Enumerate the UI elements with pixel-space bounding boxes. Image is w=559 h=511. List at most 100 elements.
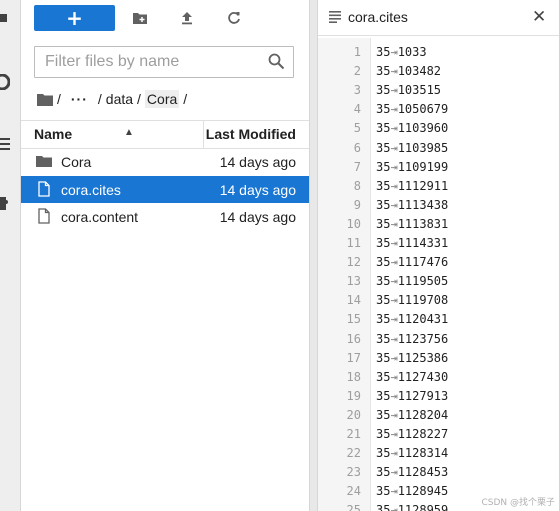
code-line: 35⇥103482 xyxy=(376,64,441,78)
running-sessions-icon[interactable] xyxy=(0,73,11,94)
cited-paper-id: 1123756 xyxy=(397,331,449,346)
text-editor: cora.cites ✕ 1 35⇥1033 2 35⇥103482 3 35⇥10351… xyxy=(318,0,559,511)
folder-tab-icon[interactable] xyxy=(0,9,10,28)
line-number: 20 xyxy=(346,407,361,422)
code-line: 35⇥1123756 xyxy=(376,332,448,346)
citing-paper-id: 35 xyxy=(376,159,391,174)
upload-button[interactable] xyxy=(176,5,198,31)
upload-icon xyxy=(182,12,192,25)
code-lines[interactable]: 1 35⇥1033 2 35⇥103482 3 35⇥103515 4 35⇥1050679 5… xyxy=(318,38,559,511)
line-number: 4 xyxy=(353,102,361,117)
breadcrumb-separator: / xyxy=(183,91,188,107)
file-browser: + / xyxy=(21,0,309,511)
citing-paper-id: 35 xyxy=(376,427,391,441)
code-line: 35⇥1117476 xyxy=(376,255,448,269)
cited-paper-id: 1125386 xyxy=(397,350,449,365)
breadcrumb-separator: / xyxy=(137,91,141,107)
tab-character-icon: ⇥ xyxy=(390,465,398,480)
code-line: 35⇥1113438 xyxy=(376,198,448,212)
extension-manager-icon[interactable] xyxy=(0,194,10,216)
breadcrumb-current[interactable]: Cora xyxy=(144,90,180,108)
code-line: 35⇥1128314 xyxy=(376,446,448,460)
breadcrumb-data[interactable]: data xyxy=(106,91,133,107)
tab-title: cora.cites xyxy=(348,9,408,25)
close-icon[interactable]: ✕ xyxy=(532,7,546,27)
line-number: 19 xyxy=(346,388,361,403)
home-folder-icon[interactable] xyxy=(37,93,53,106)
editor-tab[interactable]: cora.cites ✕ xyxy=(318,0,559,36)
citing-paper-id: 35 xyxy=(376,255,391,270)
file-name: cora.content xyxy=(61,209,139,225)
citing-paper-id: 35 xyxy=(376,274,391,289)
new-folder-button[interactable] xyxy=(129,5,151,31)
cited-paper-id: 1128314 xyxy=(397,446,449,461)
new-launcher-button[interactable]: + xyxy=(34,5,115,31)
cited-paper-id: 1103960 xyxy=(397,121,449,136)
cited-paper-id: 1127430 xyxy=(397,369,449,384)
text-file-icon xyxy=(329,11,341,23)
line-number: 15 xyxy=(346,312,361,327)
tab-character-icon: ⇥ xyxy=(390,236,398,250)
table-of-contents-icon[interactable] xyxy=(0,136,10,156)
tab-character-icon: ⇥ xyxy=(390,216,398,231)
tab-character-icon: ⇥ xyxy=(390,331,398,346)
search-icon xyxy=(268,53,285,70)
file-row-cora-folder[interactable]: Cora 14 days ago xyxy=(21,148,309,175)
cited-paper-id: 1127913 xyxy=(397,388,449,403)
refresh-button[interactable] xyxy=(223,5,245,31)
citing-paper-id: 35 xyxy=(376,216,391,231)
file-row-cora-cites[interactable]: cora.cites 14 days ago xyxy=(21,176,309,203)
tab-character-icon: ⇥ xyxy=(390,446,398,461)
new-folder-icon xyxy=(133,13,147,24)
cited-paper-id: 1113438 xyxy=(397,197,449,212)
line-number: 18 xyxy=(346,369,361,384)
cited-paper-id: 1114331 xyxy=(397,236,449,250)
folder-icon xyxy=(36,156,52,167)
citing-paper-id: 35 xyxy=(376,45,391,59)
code-line: 35⇥103515 xyxy=(376,83,441,97)
line-number: 17 xyxy=(346,350,361,365)
code-line: 35⇥1103985 xyxy=(376,141,448,155)
tab-character-icon: ⇥ xyxy=(390,274,398,289)
citing-paper-id: 35 xyxy=(376,407,391,422)
code-line: 35⇥1127913 xyxy=(376,389,448,403)
column-header-last-modified[interactable]: Last Modified xyxy=(206,126,296,142)
code-line: 35⇥1050679 xyxy=(376,102,448,116)
line-number: 13 xyxy=(346,274,361,289)
citing-paper-id: 35 xyxy=(376,293,391,308)
cited-paper-id: 1128204 xyxy=(397,407,449,422)
tab-character-icon: ⇥ xyxy=(390,159,398,174)
line-number: 24 xyxy=(346,484,361,499)
citing-paper-id: 35 xyxy=(376,178,391,193)
cited-paper-id: 1119708 xyxy=(397,293,449,308)
line-number: 11 xyxy=(346,236,361,250)
citing-paper-id: 35 xyxy=(376,64,391,79)
code-line: 35⇥1114331 xyxy=(376,236,448,250)
sort-ascending-icon[interactable]: ▲ xyxy=(124,127,134,138)
column-divider[interactable] xyxy=(203,121,204,148)
line-number: 12 xyxy=(346,255,361,270)
code-line: 35⇥1125386 xyxy=(376,351,448,365)
cited-paper-id: 1109199 xyxy=(397,159,449,174)
citing-paper-id: 35 xyxy=(376,484,391,499)
line-number: 5 xyxy=(353,121,361,136)
line-number: 6 xyxy=(353,140,361,155)
citing-paper-id: 35 xyxy=(376,121,391,136)
cited-paper-id: 1128453 xyxy=(397,465,449,480)
filter-input[interactable] xyxy=(45,50,265,74)
file-icon xyxy=(38,181,50,197)
file-modified: 14 days ago xyxy=(219,154,296,170)
cited-paper-id: 1033 xyxy=(397,45,427,59)
citing-paper-id: 35 xyxy=(376,465,391,480)
breadcrumb-ellipsis[interactable]: ··· xyxy=(71,91,88,107)
panel-splitter[interactable] xyxy=(309,0,318,511)
code-line: 35⇥1128453 xyxy=(376,465,448,479)
file-modified: 14 days ago xyxy=(219,182,296,198)
line-number: 10 xyxy=(346,216,361,231)
line-number: 22 xyxy=(346,446,361,461)
tab-character-icon: ⇥ xyxy=(390,407,398,422)
line-number: 16 xyxy=(346,331,361,346)
file-row-cora-content[interactable]: cora.content 14 days ago xyxy=(21,203,309,230)
column-header-name[interactable]: Name xyxy=(34,126,72,142)
line-number: 3 xyxy=(353,83,361,98)
